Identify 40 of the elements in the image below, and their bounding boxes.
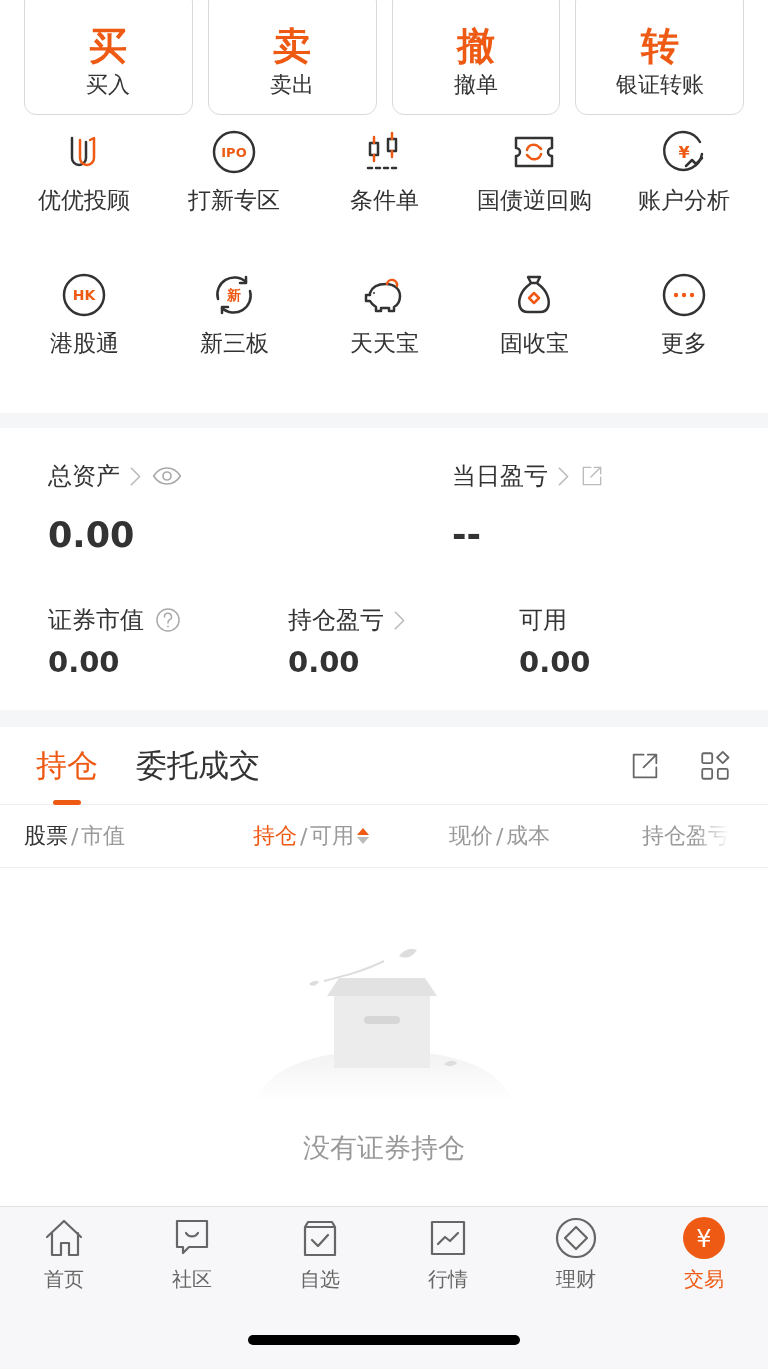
quick-action-button[interactable]: 卖 卖出 — [207, 0, 377, 115]
quick-action-button[interactable]: 转 银证转账 — [575, 0, 744, 115]
yen-circle-icon: ¥ — [681, 1215, 727, 1261]
nav-tab[interactable]: 首页 — [0, 1215, 128, 1293]
asset-value: 0.00 — [519, 644, 592, 680]
grid-icon[interactable] — [698, 748, 732, 783]
nav-tab[interactable]: 社区 — [128, 1215, 256, 1293]
asset-label[interactable]: 持仓盈亏 — [288, 604, 384, 636]
help-icon — [154, 606, 182, 634]
asset-value: 0.00 — [48, 644, 121, 680]
asset-label[interactable]: 证券市值 — [48, 604, 144, 636]
quick-action-button[interactable]: 撤 撤单 — [391, 0, 561, 115]
asset-label: 可用 — [519, 605, 567, 636]
tab[interactable]: 委托成交 — [136, 726, 260, 805]
shortcut-label[interactable]: 优优投顾 — [38, 184, 130, 216]
empty-message: 没有证券持仓 — [303, 1131, 465, 1165]
asset-label[interactable]: 当日盈亏 — [452, 460, 548, 492]
shortcut-label[interactable]: 条件单 — [349, 184, 419, 216]
chevron-right-icon — [130, 466, 141, 486]
chevron-right-icon — [558, 466, 569, 486]
asset-value: 0.00 — [48, 514, 136, 556]
nav-tab[interactable]: 行情 — [384, 1215, 512, 1293]
shortcut-label[interactable]: 国债逆回购 — [476, 184, 592, 216]
shortcut-label[interactable]: 账户分析 — [638, 184, 730, 216]
diamond-circle-icon — [553, 1215, 599, 1261]
asset-value: 0.00 — [288, 644, 361, 680]
shortcut-label[interactable]: 港股通 — [49, 326, 119, 359]
quick-action-button[interactable]: 买 买入 — [24, 0, 193, 115]
ipo-circle-icon: IPO — [210, 128, 258, 176]
asset-value: -- — [452, 514, 483, 556]
nav-tab[interactable]: 理财 — [512, 1215, 640, 1293]
shortcut-label[interactable]: 天天宝 — [349, 326, 419, 359]
shortcut-label[interactable]: 打新专区 — [188, 184, 280, 216]
shortcut-label[interactable]: 新三板 — [199, 326, 269, 359]
shortcut-label[interactable]: 更多 — [661, 326, 707, 359]
nav-tab[interactable]: 自选 — [256, 1215, 384, 1293]
chevron-right-icon — [394, 610, 405, 630]
column-header[interactable]: 股票/市值 — [24, 821, 253, 851]
shortcut-label[interactable]: 固收宝 — [499, 326, 569, 359]
asset-label[interactable]: 总资产 — [48, 460, 120, 492]
